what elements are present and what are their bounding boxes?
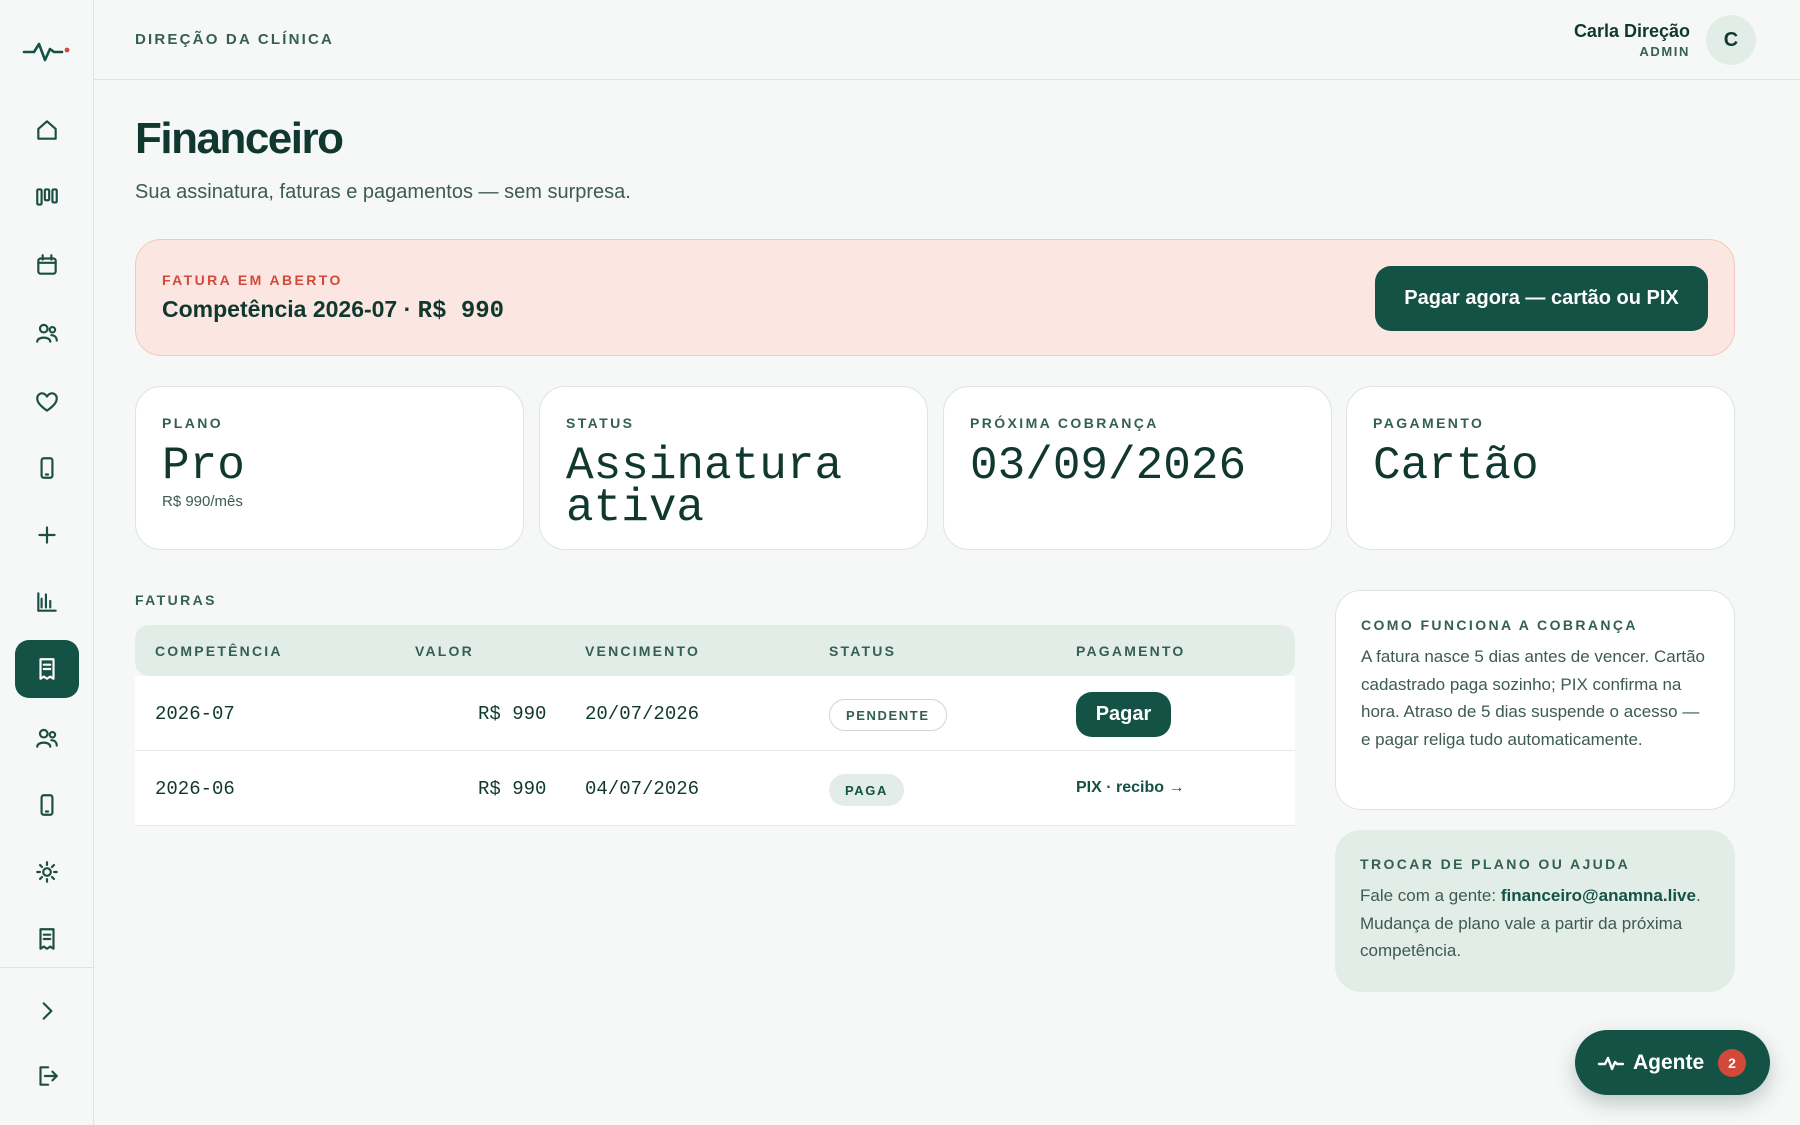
next-charge-label: PRÓXIMA COBRANÇA	[970, 415, 1159, 431]
agent-label: Agente	[1633, 1050, 1705, 1074]
plus-icon	[38, 526, 56, 544]
invoices-section-label: FATURAS	[135, 592, 217, 608]
sidebar-item-team[interactable]	[15, 709, 79, 767]
user-role: ADMIN	[1639, 44, 1690, 59]
plan-card: PLANO Pro R$ 990/mês	[135, 386, 524, 550]
sidebar-item-devices[interactable]	[15, 776, 79, 834]
help-card: TROCAR DE PLANO OU AJUDA Fale com a gent…	[1335, 830, 1735, 992]
agent-notification-badge: 2	[1718, 1049, 1746, 1077]
plan-price: R$ 990/mês	[162, 493, 243, 510]
org-name: DIREÇÃO DA CLÍNICA	[135, 31, 335, 48]
user-menu[interactable]: Carla Direção ADMIN C	[1574, 15, 1756, 65]
calendar-icon	[37, 254, 57, 275]
help-text: Fale com a gente: financeiro@anamna.live…	[1360, 882, 1710, 965]
payment-method-label: PAGAMENTO	[1373, 415, 1485, 431]
sidebar	[0, 0, 94, 1125]
team-icon	[36, 728, 58, 748]
sidebar-expand-button[interactable]	[15, 982, 79, 1040]
column-header-due: VENCIMENTO	[585, 643, 701, 659]
page-subtitle: Sua assinatura, faturas e pagamentos — s…	[135, 181, 631, 203]
billing-info-label: COMO FUNCIONA A COBRANÇA	[1361, 617, 1638, 633]
phone-icon	[40, 457, 54, 479]
kanban-icon	[36, 188, 58, 206]
sidebar-item-documents[interactable]	[15, 910, 79, 968]
pay-invoice-button[interactable]: Pagar	[1076, 692, 1171, 737]
invoices-table: COMPETÊNCIA VALOR VENCIMENTO STATUS PAGA…	[135, 625, 1295, 826]
table-row: 2026-07 R$ 990 20/07/2026 PENDENTE Pagar	[135, 676, 1295, 751]
column-header-amount: VALOR	[415, 643, 474, 659]
table-header: COMPETÊNCIA VALOR VENCIMENTO STATUS PAGA…	[135, 625, 1295, 676]
next-charge-card: PRÓXIMA COBRANÇA 03/09/2026	[943, 386, 1332, 550]
help-label: TROCAR DE PLANO OU AJUDA	[1360, 856, 1631, 872]
page-title: Financeiro	[135, 114, 344, 163]
sidebar-logout-button[interactable]	[15, 1047, 79, 1105]
sun-icon	[36, 861, 58, 883]
alert-period: Competência 2026-07 ·	[162, 296, 418, 322]
patients-icon	[36, 323, 58, 343]
sidebar-item-health[interactable]	[15, 373, 79, 431]
status-badge: PAGA	[829, 774, 904, 806]
chevron-right-icon	[42, 1002, 53, 1020]
home-icon	[37, 120, 57, 140]
next-charge-value: 03/09/2026	[970, 440, 1247, 492]
plan-label: PLANO	[162, 415, 223, 431]
help-text-prefix: Fale com a gente:	[1360, 886, 1501, 905]
open-invoice-alert: FATURA EM ABERTO Competência 2026-07 · R…	[135, 239, 1735, 356]
row-due-date: 20/07/2026	[585, 703, 700, 725]
agent-button[interactable]: Agente 2	[1575, 1030, 1770, 1095]
sidebar-item-calendar[interactable]	[15, 236, 79, 294]
alert-text: Competência 2026-07 · R$ 990	[162, 296, 504, 325]
sidebar-item-mobile[interactable]	[15, 439, 79, 497]
row-period: 2026-07	[155, 703, 235, 725]
pulse-logo-icon[interactable]	[22, 36, 72, 66]
sidebar-item-reports[interactable]	[15, 573, 79, 631]
tablet-icon	[40, 794, 54, 816]
user-name: Carla Direção	[1573, 21, 1690, 41]
document-icon	[39, 928, 55, 950]
column-header-period: COMPETÊNCIA	[155, 643, 283, 659]
heart-icon	[36, 392, 58, 412]
support-email-link[interactable]: financeiro@anamna.live	[1501, 886, 1696, 905]
alert-label: FATURA EM ABERTO	[162, 272, 343, 288]
sidebar-item-kanban[interactable]	[15, 168, 79, 226]
status-value: Assinatura ativa	[566, 443, 901, 531]
row-amount: R$ 990	[478, 778, 547, 800]
status-label: STATUS	[566, 415, 635, 431]
bar-chart-icon	[37, 592, 57, 612]
logout-icon	[39, 1066, 58, 1086]
sidebar-divider	[0, 967, 94, 968]
alert-amount: R$ 990	[417, 298, 505, 325]
topbar: DIREÇÃO DA CLÍNICA Carla Direção ADMIN C	[94, 0, 1800, 80]
plan-value: Pro	[162, 440, 245, 492]
avatar[interactable]: C	[1706, 15, 1756, 65]
sidebar-item-home[interactable]	[15, 101, 79, 159]
status-card: STATUS Assinatura ativa	[539, 386, 928, 550]
pulse-icon	[1597, 1056, 1625, 1070]
payment-method-value: Cartão	[1373, 440, 1539, 492]
pay-now-button[interactable]: Pagar agora — cartão ou PIX	[1375, 266, 1708, 331]
row-period: 2026-06	[155, 778, 235, 800]
sidebar-item-settings[interactable]	[15, 843, 79, 901]
column-header-status: STATUS	[829, 643, 897, 659]
payment-method-card: PAGAMENTO Cartão	[1346, 386, 1735, 550]
sidebar-item-patients[interactable]	[15, 304, 79, 362]
billing-info-text: A fatura nasce 5 dias antes de vencer. C…	[1361, 647, 1705, 749]
sidebar-item-financeiro[interactable]	[15, 640, 79, 698]
table-row: 2026-06 R$ 990 04/07/2026 PAGA PIX · rec…	[135, 751, 1295, 826]
column-header-payment: PAGAMENTO	[1076, 643, 1186, 659]
receipt-link[interactable]: PIX · recibo →	[1076, 779, 1184, 797]
status-value-line2: ativa	[566, 482, 705, 534]
status-badge: PENDENTE	[829, 699, 947, 731]
row-amount: R$ 990	[478, 703, 547, 725]
billing-info-card: COMO FUNCIONA A COBRANÇA A fatura nasce …	[1335, 590, 1735, 810]
receipt-icon	[39, 658, 55, 680]
row-due-date: 04/07/2026	[585, 778, 700, 800]
sidebar-item-new[interactable]	[15, 506, 79, 564]
